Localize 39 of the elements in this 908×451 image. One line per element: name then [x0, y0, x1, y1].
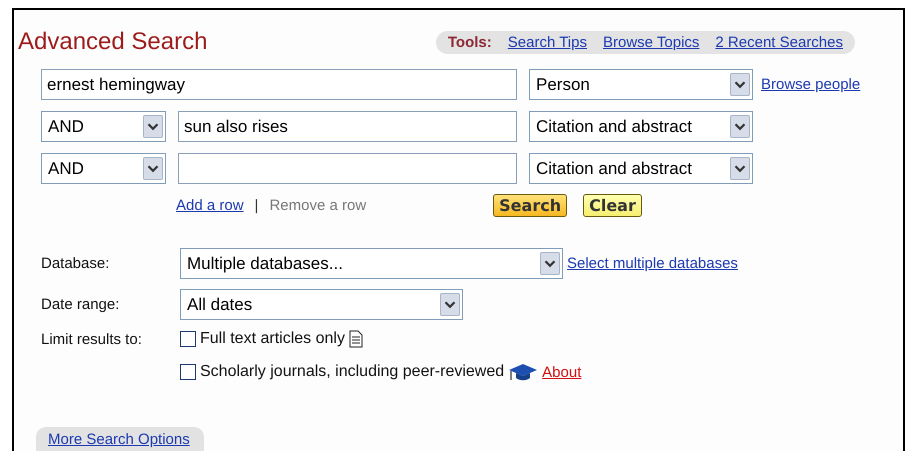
database-select[interactable]: Multiple databases... [180, 248, 563, 279]
caret-icon [440, 293, 460, 316]
search-term-field[interactable] [178, 153, 517, 184]
tool-link[interactable]: 2 Recent Searches [715, 34, 843, 50]
mortarboard-icon [508, 362, 538, 382]
field-label: Database: [41, 255, 110, 272]
field-select[interactable]: Person [529, 69, 753, 100]
tool-link[interactable]: Browse Topics [602, 34, 700, 50]
checkbox[interactable] [180, 331, 196, 347]
caret-icon [143, 157, 163, 180]
checkbox[interactable] [180, 364, 196, 380]
caret-icon [730, 115, 750, 138]
field-label: Date range: [41, 296, 120, 313]
operator-select[interactable]: AND [41, 153, 166, 184]
field-select[interactable]: Citation and abstract [529, 153, 753, 184]
about-link[interactable]: About [542, 364, 582, 380]
select-databases-link[interactable]: Select multiple databases [567, 255, 738, 272]
tool-link[interactable]: Search Tips [508, 34, 587, 50]
field-select[interactable]: Citation and abstract [529, 111, 753, 142]
separator: | [254, 197, 258, 214]
clear-button[interactable]: Clear [583, 194, 642, 217]
operator-select[interactable]: AND [41, 111, 166, 142]
document-icon [348, 330, 363, 348]
page-title: Advanced Search [18, 28, 208, 56]
caret-icon [540, 252, 560, 275]
option-label: Scholarly journals, including peer-reviewed [200, 363, 504, 381]
more-options-tab[interactable]: More Search Options [36, 427, 204, 451]
caret-icon [143, 115, 163, 138]
search-term-field[interactable]: ernest hemingway [41, 69, 517, 100]
option-label: Full text articles only [200, 330, 345, 348]
date-range-select[interactable]: All dates [180, 289, 463, 320]
search-term-field[interactable]: sun also rises [178, 111, 517, 142]
tools-label: Tools: [448, 34, 492, 50]
caret-icon [730, 157, 750, 180]
caret-icon [730, 73, 750, 96]
field-label: Limit results to: [41, 330, 143, 348]
search-button[interactable]: Search [493, 194, 568, 217]
add-row-link[interactable]: Add a row [176, 197, 244, 214]
browse-link[interactable]: Browse people [761, 76, 860, 93]
